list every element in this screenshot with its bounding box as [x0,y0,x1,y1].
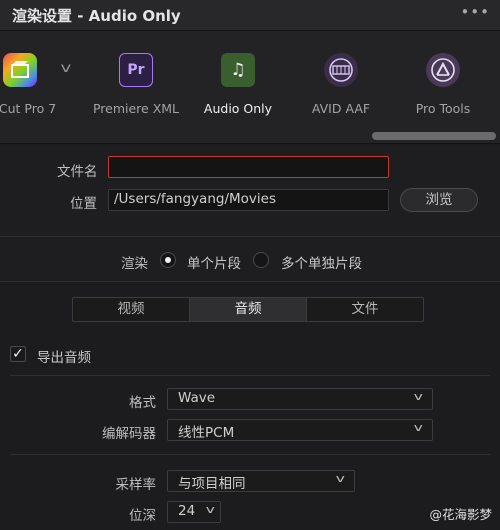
sample-rate-value: 与项目相同 [178,476,246,492]
output-fields: 文件名 位置 /Users/fangyang/Movies 浏览 [0,145,500,235]
filename-input[interactable] [108,156,389,178]
browse-button[interactable]: 浏览 [400,188,478,212]
preset-pro-tools[interactable]: Pro Tools [383,53,500,116]
codec-value: 线性PCM [178,425,235,441]
sample-rate-dropdown[interactable]: 与项目相同 v [167,470,355,492]
chevron-down-icon: v [414,390,424,403]
filename-label: 文件名 [57,164,98,180]
codec-dropdown[interactable]: 线性PCM v [167,419,433,441]
render-mode-row: 渲染 单个片段 多个单独片段 [0,236,500,282]
chevron-down-icon: v [414,421,424,434]
preset-audio-only[interactable]: ♫ Audio Only [178,53,298,116]
multiple-clips-label[interactable]: 多个单独片段 [281,252,362,272]
sample-rate-label: 采样率 [115,477,157,493]
render-label: 渲染 [121,256,148,272]
chevron-down-icon[interactable]: v [60,61,71,76]
fcp-icon [3,53,37,87]
music-note-icon: ♫ [221,53,255,87]
preset-label: al Cut Pro 7 [0,101,57,116]
bit-depth-dropdown[interactable]: 24 v [167,501,221,523]
export-audio-checkbox[interactable]: ✓ [10,346,26,362]
title-bar: 渲染设置 - Audio Only ••• [0,0,500,31]
format-label: 格式 [129,395,156,411]
preset-strip: al Cut Pro 7 v Pr Premiere XML ♫ Audio O… [0,31,500,144]
tab-video[interactable]: 视频 [73,298,190,321]
divider [10,454,490,455]
premiere-icon: Pr [119,53,153,87]
preset-label: Pro Tools [415,101,471,116]
bit-depth-value: 24 [178,503,196,519]
single-clip-radio[interactable] [160,252,176,268]
export-audio-label[interactable]: 导出音频 [37,346,91,366]
format-value: Wave [178,390,216,406]
preset-scrollbar[interactable] [372,132,496,140]
watermark: @花海影梦 [429,507,492,522]
divider [10,375,490,376]
bit-depth-label: 位深 [129,508,156,524]
location-input[interactable]: /Users/fangyang/Movies [108,189,389,211]
format-dropdown[interactable]: Wave v [167,388,433,410]
chevron-down-icon: v [206,503,216,516]
single-clip-label[interactable]: 单个片段 [187,252,241,272]
more-options-icon[interactable]: ••• [460,3,490,21]
multiple-clips-radio[interactable] [253,252,269,268]
tab-audio[interactable]: 音频 [190,298,307,321]
chevron-down-icon: v [336,472,346,485]
preset-label: Audio Only [203,101,273,116]
settings-tabs: 视频 音频 文件 [72,297,424,322]
tab-file[interactable]: 文件 [307,298,423,321]
codec-label: 编解码器 [102,426,156,442]
film-reel-icon [324,53,358,87]
location-label: 位置 [70,196,97,212]
pro-tools-icon [426,53,460,87]
window-title: 渲染设置 - Audio Only [12,7,181,25]
